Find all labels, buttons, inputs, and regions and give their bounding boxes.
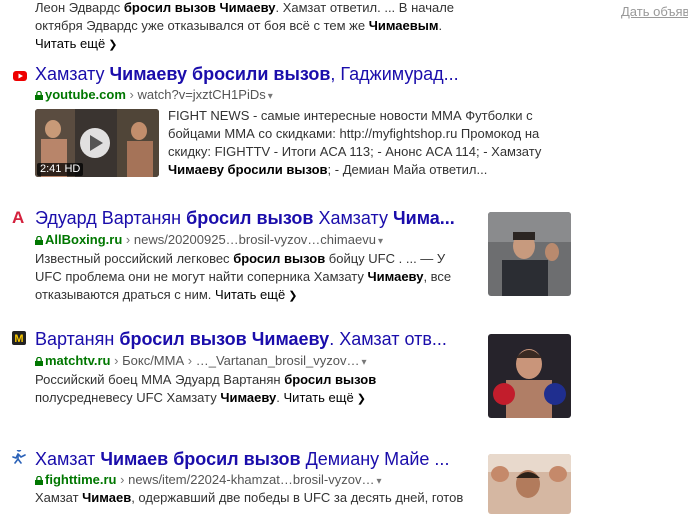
result-3-favicon: M	[12, 331, 26, 350]
lock-icon	[35, 91, 43, 100]
highlighted-text: Чимаеву бросили вызов	[168, 162, 328, 177]
text-fragment: Эдуард Вартанян	[35, 208, 187, 228]
result-2-domain[interactable]: AllBoxing.ru	[45, 232, 122, 247]
result-2-url[interactable]: AllBoxing.ru › news/20200925…brosil-vyzo…	[35, 232, 475, 250]
highlighted-text: Чимаевым	[368, 18, 439, 33]
svg-text:M: M	[14, 333, 23, 345]
text-fragment: ; - Демиан Майа ответил...	[327, 162, 488, 177]
fighter-silhouette-icon	[12, 447, 26, 464]
result-3-snippet: Российский боец ММА Эдуард Вартанян брос…	[35, 371, 459, 408]
text-fragment: .	[438, 18, 443, 33]
highlighted-text: Чимаеву	[220, 390, 277, 405]
highlighted-text: Чимаев	[82, 490, 132, 505]
text-fragment: Хамзат	[35, 449, 101, 469]
result-4-path[interactable]: news/item/22024-khamzat…brosil-vyzov…	[128, 472, 374, 487]
result-3-url[interactable]: matchtv.ru › Бокс/ММА › …_Vartanan_brosi…	[35, 353, 475, 371]
result-4-favicon	[12, 447, 26, 469]
text-fragment: Российский боец ММА Эдуард Вартанян	[35, 372, 285, 387]
highlighted-text: Чимаеву	[367, 269, 424, 284]
text-fragment: полусредневесу UFC Хамзату	[35, 390, 221, 405]
result-2-favicon: A	[12, 209, 24, 226]
matchtv-icon: M	[12, 331, 26, 345]
result-4-snippet: Хамзат Чимаев, одержавший две победы в U…	[35, 489, 475, 507]
text-fragment: Демиану Майе ...	[300, 449, 450, 469]
result-1-path[interactable]: watch?v=jxztCH1PiDs	[138, 87, 266, 102]
result-1-domain[interactable]: youtube.com	[45, 87, 126, 102]
highlighted-text: Чимаеву	[219, 0, 276, 15]
advertise-link[interactable]: Дать объяв	[621, 4, 688, 19]
video-duration-badge: 2:41 HD	[37, 163, 84, 176]
result-1-url[interactable]: youtube.com › watch?v=jxztCH1PiDs ▾	[35, 87, 455, 105]
result-4-title[interactable]: Хамзат Чимаев бросил вызов Демиану Майе …	[35, 448, 465, 470]
result-0-read-more[interactable]: Читать ещё ❯	[35, 36, 117, 51]
result-2-title[interactable]: Эдуард Вартанян бросил вызов Хамзату Чим…	[35, 207, 465, 229]
result-4-thumbnail[interactable]	[488, 454, 571, 514]
result-4-url[interactable]: fighttime.ru › news/item/22024-khamzat…b…	[35, 472, 475, 490]
highlighted-text: бросил вызов	[284, 372, 377, 387]
result-2-snippet: Известный российский легковес бросил выз…	[35, 250, 459, 305]
lock-icon	[35, 236, 43, 245]
text-fragment: Хамзат	[35, 490, 83, 505]
highlighted-text: Чимаев бросил вызов	[100, 449, 301, 469]
highlighted-text: Чима...	[392, 208, 455, 228]
result-3-title[interactable]: Вартанян бросил вызов Чимаеву. Хамзат от…	[35, 328, 465, 350]
lock-icon	[35, 357, 43, 366]
lock-icon	[35, 476, 43, 485]
highlighted-text: бросил вызов	[119, 329, 247, 349]
highlighted-text: бросил вызов	[233, 251, 326, 266]
result-3-domain[interactable]: matchtv.ru	[45, 353, 111, 368]
text-fragment: Хамзату	[313, 208, 393, 228]
text-fragment: Известный российский легковес	[35, 251, 234, 266]
allboxing-logo-icon: A	[12, 208, 25, 227]
text-fragment: .	[276, 390, 284, 405]
text-fragment: , Гаджимурад...	[330, 64, 459, 84]
text-fragment: Хамзату	[35, 64, 110, 84]
result-3-path-1[interactable]: …_Vartanan_brosil_vyzov…	[196, 353, 360, 368]
result-2-path[interactable]: news/20200925…brosil-vyzov…chimaevu	[134, 232, 376, 247]
result-0-snippet-text: Леон Эдвардс бросил вызов Чимаеву. Хамза…	[35, 0, 454, 33]
text-fragment: FIGHT NEWS - самые интересные новости ММ…	[168, 108, 542, 159]
highlighted-text: Чимаеву бросили вызов	[109, 64, 331, 84]
text-fragment: Леон Эдвардс	[35, 0, 124, 15]
result-2-thumbnail[interactable]	[488, 212, 571, 296]
result-4-domain[interactable]: fighttime.ru	[45, 472, 117, 487]
highlighted-text: Чимаеву	[251, 329, 330, 349]
result-3-read-more[interactable]: Читать ещё ❯	[284, 390, 366, 405]
result-1-favicon	[13, 69, 27, 88]
text-fragment: , одержавший две победы в UFC за десять …	[131, 490, 464, 505]
highlighted-text: бросил вызов	[186, 208, 314, 228]
result-3-thumbnail[interactable]	[488, 334, 571, 418]
text-fragment: . Хамзат отв...	[329, 329, 447, 349]
result-1-snippet: FIGHT NEWS - самые интересные новости ММ…	[168, 107, 548, 179]
text-fragment: Вартанян	[35, 329, 120, 349]
youtube-icon	[13, 71, 27, 81]
result-3-path-0[interactable]: Бокс/ММА	[122, 353, 184, 368]
result-0-snippet: Леон Эдвардс бросил вызов Чимаеву. Хамза…	[35, 0, 455, 54]
result-1-video-thumbnail[interactable]: 2:41 HD	[35, 109, 159, 177]
result-2-read-more[interactable]: Читать ещё ❯	[215, 287, 297, 302]
highlighted-text: бросил вызов	[123, 0, 216, 15]
result-1-title[interactable]: Хамзату Чимаеву бросили вызов, Гаджимура…	[35, 63, 465, 85]
